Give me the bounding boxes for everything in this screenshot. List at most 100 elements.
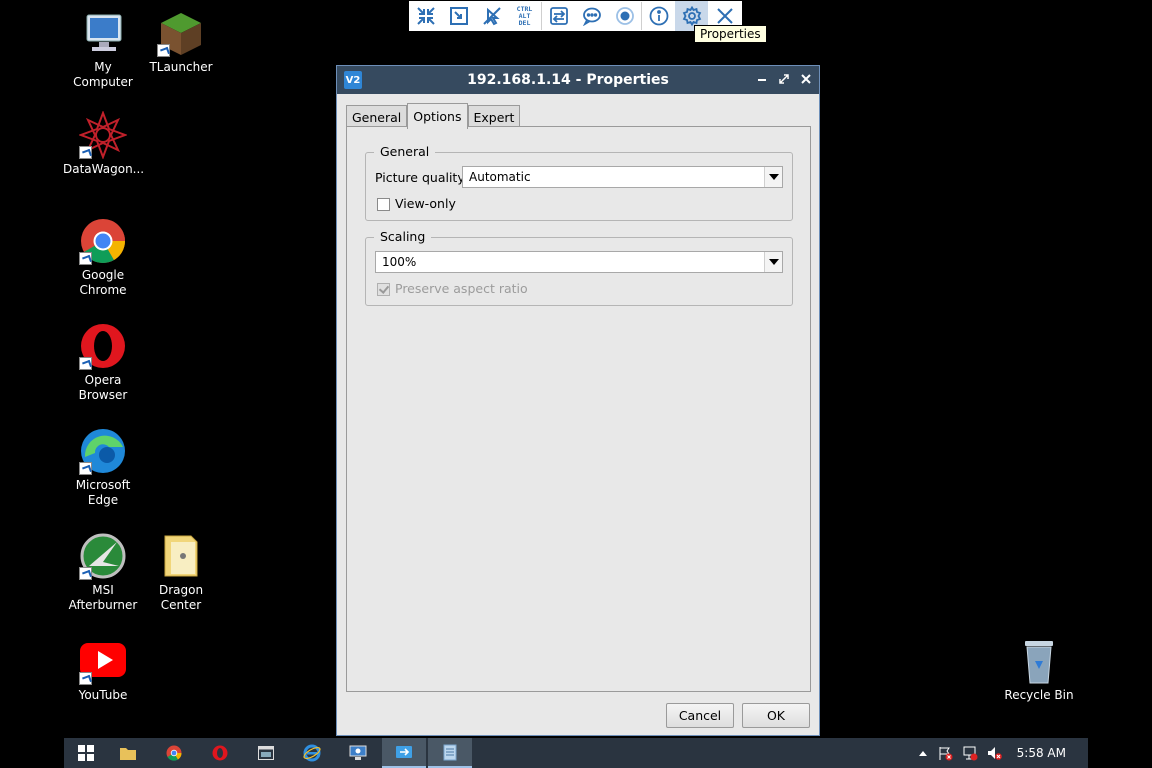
- taskbar-clock[interactable]: 5:58 AM: [1017, 746, 1066, 760]
- desktop-icon-label: My Computer: [73, 60, 133, 89]
- cad-del-text: DEL: [518, 18, 531, 27]
- desktop-icon-opera-browser[interactable]: Opera Browser: [63, 322, 143, 403]
- preserve-aspect-ratio-label: Preserve aspect ratio: [395, 281, 528, 296]
- pointer-toolbar-button[interactable]: [475, 1, 508, 31]
- shortcut-arrow-icon: [79, 252, 92, 265]
- taskbar-vnc-viewer[interactable]: [382, 738, 426, 768]
- desktop-icon-microsoft-edge[interactable]: Microsoft Edge: [63, 427, 143, 508]
- scaling-value: 100%: [382, 255, 417, 269]
- taskbar-chrome[interactable]: [152, 738, 196, 768]
- desktop-icon-label: YouTube: [78, 688, 128, 702]
- info-icon: [649, 6, 668, 26]
- general-group: General Picture quality: Automatic View-…: [365, 144, 793, 221]
- preserve-aspect-ratio-checkbox[interactable]: [377, 283, 390, 296]
- properties-tooltip: Properties: [694, 25, 767, 43]
- view-only-label: View-only: [395, 196, 456, 211]
- transfer-toolbar-button[interactable]: [542, 1, 575, 31]
- ctrl-alt-del-button[interactable]: CTRL ALT DEL: [508, 1, 541, 31]
- maximize-window-button[interactable]: [777, 72, 791, 86]
- minimize-toolbar-button[interactable]: [409, 1, 442, 31]
- desktop-icon-youtube[interactable]: YouTube: [63, 637, 143, 703]
- windows-logo-icon: [78, 745, 94, 761]
- tab-expert[interactable]: Expert: [467, 105, 521, 128]
- opera-icon: [79, 322, 127, 370]
- ok-button[interactable]: OK: [742, 703, 810, 728]
- internet-explorer-icon: [303, 744, 321, 762]
- close-window-button[interactable]: [799, 72, 813, 86]
- picture-quality-value: Automatic: [469, 170, 531, 184]
- desktop-icon-datawagon[interactable]: DataWagon...: [63, 110, 145, 177]
- desktop-icon-label: Google Chrome: [79, 268, 127, 297]
- desktop-icon-label: Opera Browser: [78, 373, 128, 402]
- info-toolbar-button[interactable]: [642, 1, 675, 31]
- tray-flag-alert-icon[interactable]: [937, 745, 953, 761]
- edge-icon: [79, 427, 127, 475]
- shortcut-arrow-icon: [79, 672, 92, 685]
- datawagon-star-icon: [78, 110, 128, 160]
- desktop-icon-recycle-bin[interactable]: Recycle Bin: [999, 637, 1079, 703]
- taskbar-network-app[interactable]: [336, 738, 380, 768]
- record-icon: [615, 7, 634, 25]
- chevron-down-icon: [764, 167, 782, 187]
- taskbar-file-explorer[interactable]: [106, 738, 150, 768]
- tray-volume-muted-icon[interactable]: [986, 745, 1002, 761]
- opera-icon: [212, 745, 228, 761]
- tray-network-icon[interactable]: [962, 745, 978, 761]
- tab-general[interactable]: General: [346, 105, 408, 128]
- desktop-icon-label: DataWagon...: [63, 162, 145, 176]
- view-only-checkbox[interactable]: [377, 198, 390, 211]
- grass-block-icon: [157, 9, 205, 57]
- desktop-icon-tlauncher[interactable]: TLauncher: [141, 9, 221, 75]
- folder-icon: [157, 532, 205, 580]
- dialog-tabs: General Options Expert: [346, 103, 521, 129]
- taskbar-opera[interactable]: [198, 738, 242, 768]
- minimize-icon: [758, 79, 766, 81]
- cancel-button[interactable]: Cancel: [666, 703, 734, 728]
- properties-dialog: V2 192.168.1.14 - Properties General Opt…: [336, 65, 820, 736]
- desktop-icon-label: Dragon Center: [158, 583, 204, 612]
- taskbar-internet-explorer[interactable]: [290, 738, 334, 768]
- desktop-icon-msi-afterburner[interactable]: MSI Afterburner: [63, 532, 143, 613]
- scaling-group-title: Scaling: [374, 229, 432, 244]
- computer-icon: [79, 9, 127, 57]
- chat-toolbar-button[interactable]: [575, 1, 608, 31]
- dialog-title: 192.168.1.14 - Properties: [467, 72, 669, 88]
- youtube-icon: [79, 637, 127, 685]
- tab-options[interactable]: Options: [407, 103, 468, 129]
- shortcut-arrow-icon: [79, 567, 92, 580]
- minimize-window-button[interactable]: [755, 72, 769, 86]
- slashed-pointer-icon: [482, 7, 501, 26]
- dialog-titlebar[interactable]: V2 192.168.1.14 - Properties: [337, 66, 819, 94]
- notepad-icon: [443, 744, 457, 761]
- picture-quality-select[interactable]: Automatic: [462, 166, 783, 188]
- transfer-arrows-icon: [549, 7, 568, 25]
- record-toolbar-button[interactable]: [608, 1, 641, 31]
- afterburner-icon: [79, 532, 127, 580]
- start-button[interactable]: [64, 738, 108, 768]
- scaling-group: Scaling 100% Preserve aspect ratio: [365, 229, 793, 306]
- close-icon: [801, 74, 811, 84]
- tray-overflow-chevron-icon[interactable]: [915, 745, 931, 761]
- shortcut-arrow-icon: [157, 44, 170, 57]
- network-monitor-icon: [349, 745, 367, 760]
- desktop-icon-google-chrome[interactable]: Google Chrome: [63, 217, 143, 298]
- close-icon: [716, 8, 733, 24]
- vnc-app-icon: V2: [344, 71, 362, 89]
- desktop-icon-label: MSI Afterburner: [68, 583, 138, 612]
- desktop-icon-my-computer[interactable]: My Computer: [63, 9, 143, 90]
- scaling-select[interactable]: 100%: [375, 251, 783, 273]
- chrome-icon: [79, 217, 127, 265]
- chevron-down-icon: [764, 252, 782, 272]
- window-app-icon: [258, 746, 274, 760]
- shrink-arrows-icon: [416, 7, 435, 25]
- taskbar-window-app[interactable]: [244, 738, 288, 768]
- general-group-title: General: [374, 144, 436, 159]
- fullscreen-toolbar-button[interactable]: [442, 1, 475, 31]
- desktop-icon-dragon-center[interactable]: Dragon Center: [141, 532, 221, 613]
- gear-icon: [682, 6, 701, 26]
- ctrl-alt-del-icon: CTRL ALT DEL: [517, 5, 533, 27]
- taskbar-notepad[interactable]: [428, 738, 472, 768]
- picture-quality-label: Picture quality:: [375, 170, 469, 185]
- chrome-icon: [166, 745, 182, 761]
- taskbar: 5:58 AM: [64, 738, 1088, 768]
